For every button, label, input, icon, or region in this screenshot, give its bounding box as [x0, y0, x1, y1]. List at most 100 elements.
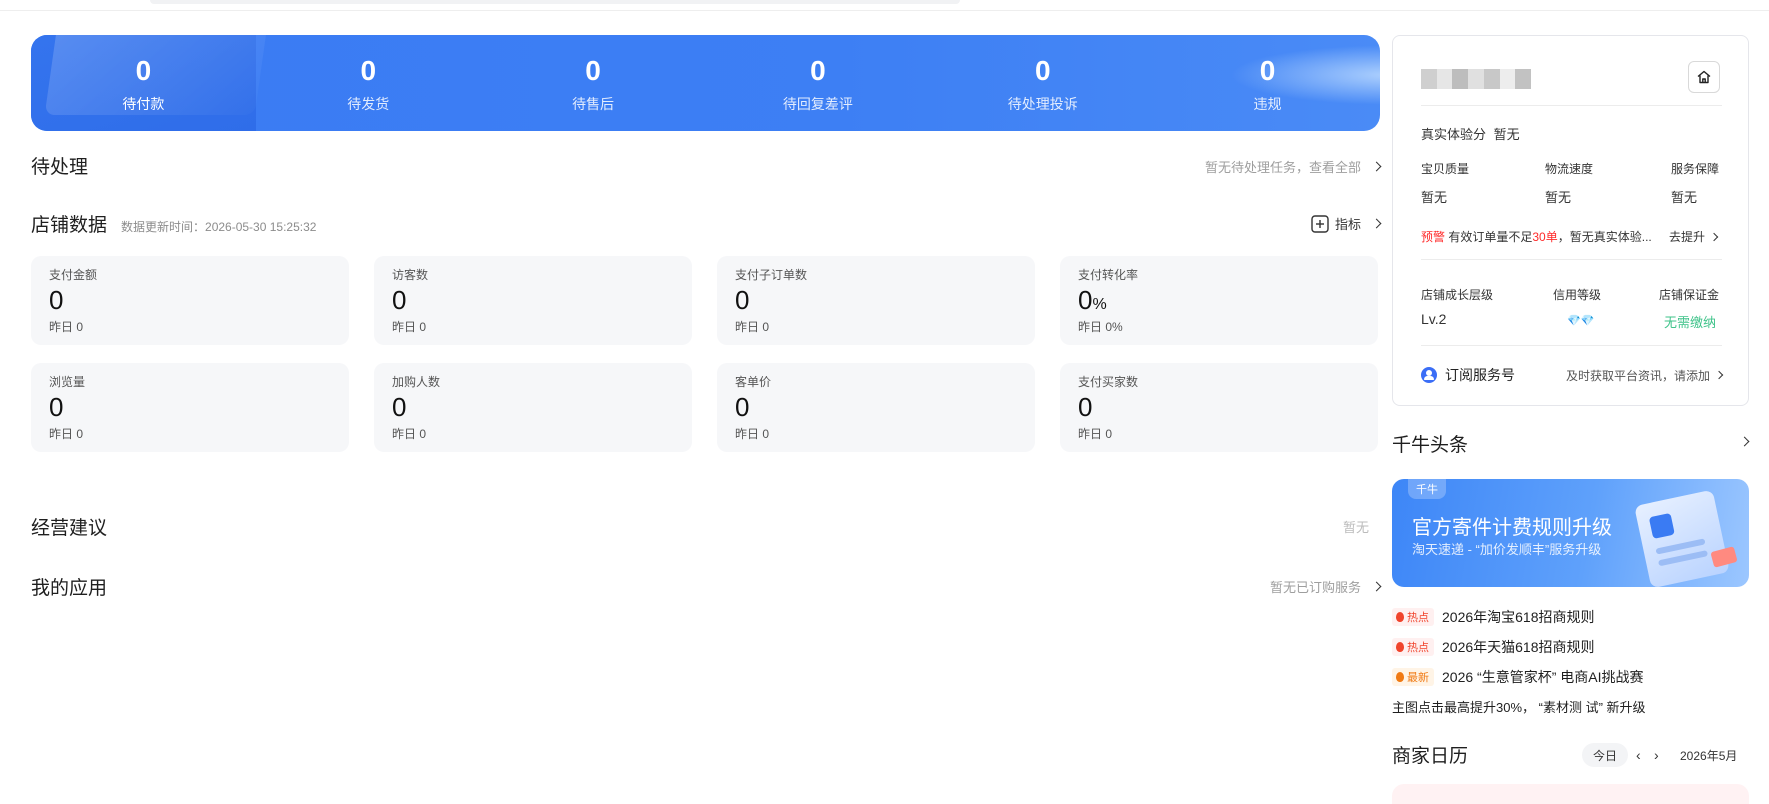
warning-text-pre: 有效订单量不足 — [1448, 230, 1533, 244]
top-search-bar-edge[interactable] — [150, 0, 960, 4]
chevron-right-icon — [1371, 581, 1382, 592]
promo-subtitle: 淘天速递 - “加价发顺丰”服务升级 — [1412, 542, 1602, 557]
metric-card-avg-order-value[interactable]: 客单价 0 昨日 0 — [717, 363, 1035, 452]
metric-card-sub-orders[interactable]: 支付子订单数 0 昨日 0 — [717, 256, 1035, 345]
metric-yesterday: 昨日 0 — [49, 319, 84, 334]
experience-score-value: 暂无 — [1493, 127, 1520, 142]
stat-pending-aftersale[interactable]: 0 待售后 — [481, 35, 706, 131]
metric-number: 0 — [1078, 392, 1093, 422]
metric-card-visitors[interactable]: 访客数 0 昨日 0 — [374, 256, 692, 345]
metric-label: 支付子订单数 — [735, 268, 808, 282]
metric-card-add-to-cart[interactable]: 加购人数 0 昨日 0 — [374, 363, 692, 452]
stat-label: 待付款 — [122, 95, 165, 112]
metric-card-paying-buyers[interactable]: 支付买家数 0 昨日 0 — [1060, 363, 1378, 452]
metric-value: 0 — [49, 286, 331, 315]
news-item[interactable]: 热点 2026年淘宝618招商规则 — [1392, 607, 1595, 627]
metric-label: 客单价 — [735, 375, 772, 389]
document-illustration-icon — [1634, 489, 1730, 587]
score-value-logistics: 暂无 — [1545, 190, 1572, 205]
news-item[interactable]: 主图点击最高提升30%， “素材测 试” 新升级 — [1392, 697, 1646, 716]
subscribe-hint: 及时获取平台资讯，请添加 — [1565, 368, 1710, 383]
metric-number: 0 — [392, 285, 407, 315]
pending-view-all-link[interactable]: 暂无待处理任务，查看全部 — [1205, 157, 1382, 176]
metric-yesterday: 昨日 0 — [49, 426, 84, 441]
stat-label: 待回复差评 — [782, 95, 853, 112]
hot-badge: 热点 — [1392, 638, 1434, 656]
metric-value: 0 — [1078, 393, 1360, 422]
order-status-banner: 0 待付款 0 待发货 0 待售后 0 待回复差评 0 待处理投诉 0 违规 — [31, 35, 1380, 131]
headlines-title: 千牛头条 — [1392, 435, 1469, 456]
news-text: 2026年天猫618招商规则 — [1442, 639, 1595, 655]
metric-label: 支付转化率 — [1078, 268, 1139, 282]
headlines-more-chevron-icon[interactable] — [1739, 436, 1750, 447]
metric-value: 0 — [392, 393, 674, 422]
stat-value: 0 — [135, 54, 152, 86]
metric-number: 0 — [735, 285, 750, 315]
hot-badge: 热点 — [1392, 608, 1434, 626]
business-advice-empty: 暂无 — [1342, 520, 1369, 535]
data-update-time: 数据更新时间：2026-05-30 15:25:32 — [121, 220, 317, 234]
subscribe-service-row[interactable]: 订阅服务号 及时获取平台资讯，请添加 — [1421, 365, 1724, 385]
metric-yesterday: 昨日 0 — [735, 426, 770, 441]
score-label-quality: 宝贝质量 — [1421, 162, 1470, 176]
metric-value: 0% — [1078, 286, 1360, 315]
improve-link-text: 去提升 — [1669, 230, 1706, 244]
stat-pending-shipment[interactable]: 0 待发货 — [256, 35, 481, 131]
chevron-right-icon — [1714, 370, 1724, 380]
calendar-today-button[interactable]: 今日 — [1582, 743, 1628, 767]
metric-card-conversion-rate[interactable]: 支付转化率 0% 昨日 0% — [1060, 256, 1378, 345]
metric-yesterday: 昨日 0 — [1078, 426, 1113, 441]
metric-value: 0 — [735, 286, 1017, 315]
credit-level-diamonds: 💎💎 — [1567, 315, 1595, 327]
flame-icon — [1396, 642, 1404, 652]
promo-banner[interactable]: 千牛 官方寄件计费规则升级 淘天速递 - “加价发顺丰”服务升级 — [1392, 479, 1749, 587]
my-apps-title: 我的应用 — [31, 578, 108, 599]
metric-value: 0 — [735, 393, 1017, 422]
metric-label: 加购人数 — [392, 375, 441, 389]
header-divider — [0, 10, 1769, 11]
credit-level-label: 信用等级 — [1553, 288, 1602, 302]
growth-level-label: 店铺成长层级 — [1421, 288, 1494, 302]
deposit-label: 店铺保证金 — [1659, 288, 1720, 302]
shop-info-panel: 真实体验分 暂无 宝贝质量 物流速度 服务保障 暂无 暂无 暂无 预警 有效订单… — [1392, 35, 1749, 406]
metric-card-payment-amount[interactable]: 支付金额 0 昨日 0 — [31, 256, 349, 345]
stat-violation[interactable]: 0 违规 — [1155, 35, 1380, 131]
stat-pending-complaint[interactable]: 0 待处理投诉 — [930, 35, 1155, 131]
my-apps-link[interactable]: 暂无已订购服务 — [1270, 577, 1382, 596]
plus-square-icon — [1311, 214, 1329, 233]
metric-unit: % — [1092, 296, 1107, 313]
metric-number: 0 — [49, 285, 64, 315]
improve-link[interactable]: 去提升 — [1669, 228, 1719, 245]
indicator-button[interactable]: 指标 — [1311, 214, 1382, 233]
indicator-label: 指标 — [1334, 217, 1361, 232]
warning-text-post: ，暂无真实体验... — [1557, 230, 1652, 244]
calendar-next-chevron-icon[interactable]: › — [1654, 747, 1659, 763]
shop-data-title: 店铺数据 — [31, 215, 108, 236]
business-advice-title: 经营建议 — [31, 518, 108, 539]
calendar-prev-chevron-icon[interactable]: ‹ — [1636, 747, 1641, 763]
promo-title: 官方寄件计费规则升级 — [1412, 517, 1612, 539]
metric-label: 支付买家数 — [1078, 375, 1139, 389]
metric-grid: 支付金额 0 昨日 0 访客数 0 昨日 0 支付子订单数 0 昨日 0 支付转… — [31, 256, 1380, 452]
chevron-right-icon — [1709, 232, 1719, 241]
metric-number: 0 — [49, 392, 64, 422]
news-item[interactable]: 最新 2026 “生意管家杯” 电商AI挑战赛 — [1392, 667, 1643, 687]
metric-card-page-views[interactable]: 浏览量 0 昨日 0 — [31, 363, 349, 452]
shop-home-button[interactable] — [1688, 61, 1720, 93]
new-badge: 最新 — [1392, 668, 1434, 686]
experience-score-label: 真实体验分 — [1421, 127, 1487, 142]
metric-label: 支付金额 — [49, 268, 98, 282]
metric-yesterday: 昨日 0 — [735, 319, 770, 334]
stat-value: 0 — [585, 54, 601, 86]
warning-tag: 预警 — [1421, 230, 1446, 244]
stat-pending-bad-review[interactable]: 0 待回复差评 — [705, 35, 930, 131]
deposit-value: 无需缴纳 — [1664, 315, 1717, 330]
subscribe-label: 订阅服务号 — [1445, 367, 1515, 383]
news-item[interactable]: 热点 2026年天猫618招商规则 — [1392, 637, 1595, 657]
panel-divider — [1421, 105, 1722, 106]
metric-value: 0 — [49, 393, 331, 422]
news-text: 2026年淘宝618招商规则 — [1442, 609, 1595, 625]
stat-pending-payment[interactable]: 0 待付款 — [31, 35, 256, 131]
chevron-right-icon — [1371, 161, 1382, 172]
stat-label: 违规 — [1253, 95, 1282, 112]
